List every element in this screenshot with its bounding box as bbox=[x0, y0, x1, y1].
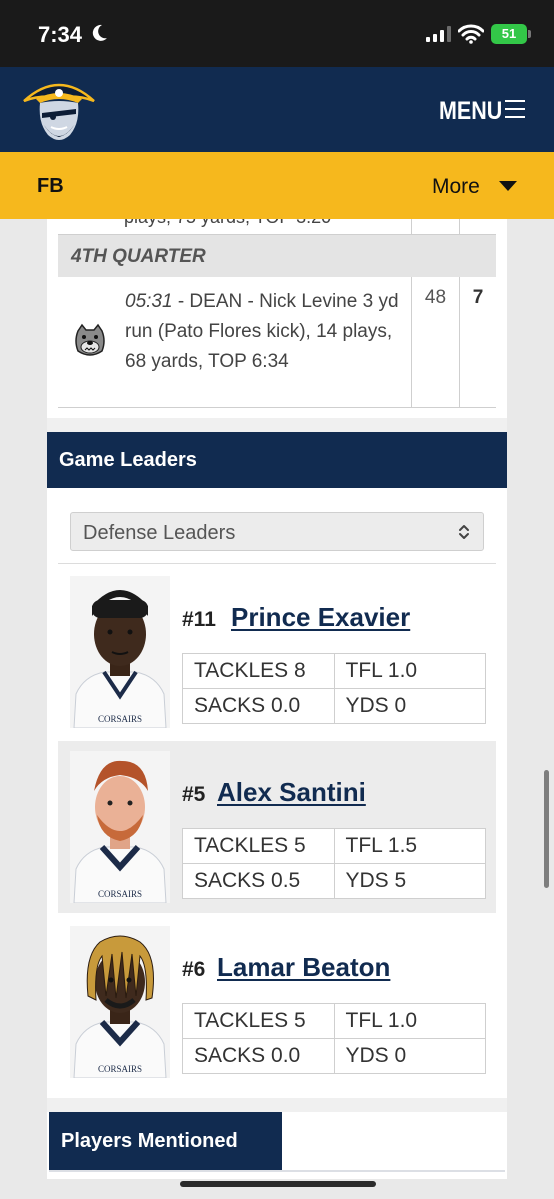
jersey-text: CORSAIRS bbox=[98, 889, 142, 899]
player-photo[interactable]: CORSAIRS bbox=[70, 926, 170, 1078]
game-leaders-title: Game Leaders bbox=[59, 449, 197, 471]
leader-card: CORSAIRS #5 Alex Santini TACKLES 5 TFL 1.… bbox=[58, 741, 496, 913]
stat-sacks: SACKS 0.0 bbox=[182, 1038, 335, 1074]
caret-down-icon[interactable] bbox=[499, 181, 517, 191]
stat-tfl: TFL 1.0 bbox=[333, 1003, 486, 1039]
stat-tfl: TFL 1.5 bbox=[333, 828, 486, 864]
player-name-link[interactable]: Lamar Beaton bbox=[217, 952, 390, 983]
section-divider bbox=[47, 1098, 507, 1112]
stat-yds: YDS 0 bbox=[333, 688, 486, 724]
scoring-row-cut-text: plays, 75 yards, TOP 3:20 bbox=[124, 219, 331, 228]
battery-icon: 51 bbox=[491, 24, 531, 44]
section-divider bbox=[47, 418, 507, 432]
moon-icon bbox=[92, 24, 107, 41]
stat-tackles: TACKLES 8 bbox=[182, 653, 335, 689]
scoring-row-cut: plays, 75 yards, TOP 3:20 bbox=[58, 219, 496, 235]
stat-tackles: TACKLES 5 bbox=[182, 1003, 335, 1039]
player-stats-table: TACKLES 5 TFL 1.5 SACKS 0.5 YDS 5 bbox=[182, 828, 486, 899]
page-scrollbar[interactable] bbox=[544, 770, 549, 888]
hamburger-menu-icon[interactable] bbox=[505, 100, 527, 120]
stat-sacks: SACKS 0.5 bbox=[182, 863, 335, 899]
stat-yds: YDS 5 bbox=[333, 863, 486, 899]
stat-yds: YDS 0 bbox=[333, 1038, 486, 1074]
bulldog-logo-icon bbox=[75, 323, 105, 356]
status-bar: 7:34 51 bbox=[0, 0, 554, 67]
stat-sacks: SACKS 0.0 bbox=[182, 688, 335, 724]
leader-card: CORSAIRS #6 Lamar Beaton TACKLES 5 TFL 1.… bbox=[58, 916, 496, 1088]
jersey-text: CORSAIRS bbox=[98, 714, 142, 724]
player-photo[interactable]: CORSAIRS bbox=[70, 576, 170, 728]
select-updown-icon bbox=[459, 525, 469, 539]
wifi-icon bbox=[458, 24, 484, 44]
more-dropdown[interactable]: More bbox=[432, 175, 480, 199]
leaders-category-select[interactable]: Defense Leaders bbox=[70, 512, 484, 551]
leader-card: CORSAIRS #11 Prince Exavier TACKLES 8 TFL… bbox=[58, 566, 496, 738]
stat-tackles: TACKLES 5 bbox=[182, 828, 335, 864]
pirate-logo-icon[interactable] bbox=[18, 73, 100, 149]
site-header: MENU bbox=[0, 67, 554, 152]
signal-icon bbox=[426, 26, 451, 42]
leaders-category-value: Defense Leaders bbox=[83, 522, 236, 544]
player-number: #11 bbox=[182, 608, 216, 631]
menu-label[interactable]: MENU bbox=[439, 97, 502, 126]
home-indicator[interactable] bbox=[180, 1181, 376, 1187]
quarter-header: 4TH QUARTER bbox=[58, 235, 496, 277]
sport-title[interactable]: FB bbox=[37, 175, 64, 198]
player-name-link[interactable]: Alex Santini bbox=[217, 777, 366, 808]
sport-sub-nav: FB More bbox=[0, 152, 554, 219]
game-leaders-header: Game Leaders bbox=[47, 432, 507, 488]
scoring-play-description: 05:31 - DEAN - Nick Levine 3 yd run (Pat… bbox=[125, 287, 405, 377]
stat-tfl: TFL 1.0 bbox=[333, 653, 486, 689]
player-stats-table: TACKLES 5 TFL 1.0 SACKS 0.0 YDS 0 bbox=[182, 1003, 486, 1074]
player-number: #6 bbox=[182, 958, 206, 981]
score-home: 48 bbox=[411, 277, 459, 408]
scoring-play-time: 05:31 bbox=[125, 291, 173, 312]
player-number: #5 bbox=[182, 783, 206, 806]
battery-level: 51 bbox=[501, 26, 517, 41]
players-mentioned-title: Players Mentioned bbox=[61, 1130, 238, 1152]
player-name-link[interactable]: Prince Exavier bbox=[231, 602, 410, 633]
score-away: 7 bbox=[459, 277, 496, 408]
players-mentioned-header: Players Mentioned bbox=[49, 1112, 282, 1170]
player-stats-table: TACKLES 8 TFL 1.0 SACKS 0.0 YDS 0 bbox=[182, 653, 486, 724]
quarter-label: 4TH QUARTER bbox=[71, 246, 206, 267]
leaders-separator bbox=[58, 563, 496, 564]
jersey-text: CORSAIRS bbox=[98, 1064, 142, 1074]
player-photo[interactable]: CORSAIRS bbox=[70, 751, 170, 903]
players-mentioned-underline bbox=[49, 1170, 505, 1172]
status-time: 7:34 bbox=[38, 22, 83, 47]
scoring-play-row: 05:31 - DEAN - Nick Levine 3 yd run (Pat… bbox=[58, 277, 496, 408]
